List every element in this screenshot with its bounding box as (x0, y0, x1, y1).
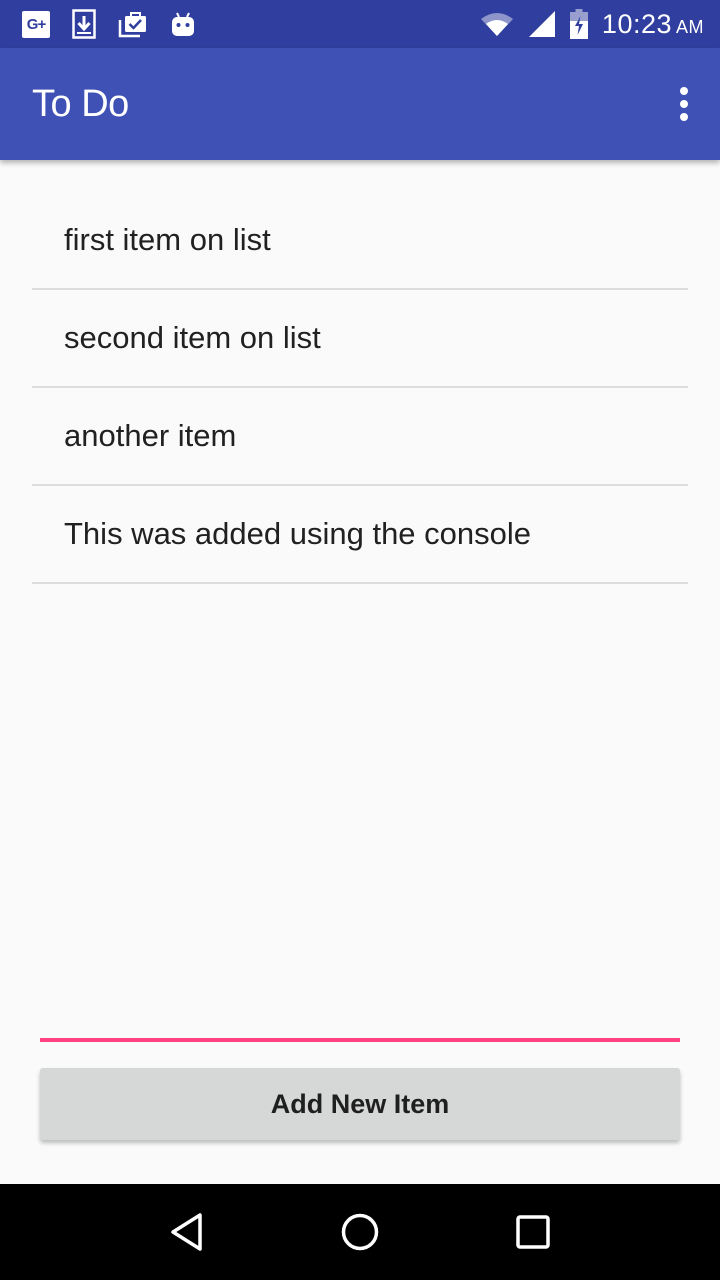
app-bar: To Do (0, 48, 720, 160)
back-icon (170, 1213, 202, 1251)
notification-icons: G+ (22, 9, 196, 39)
new-item-input[interactable] (40, 990, 680, 1042)
download-icon (72, 9, 96, 39)
clock-time: 10:23 (601, 8, 672, 39)
cellular-signal-icon (528, 10, 556, 38)
back-button[interactable] (151, 1196, 223, 1268)
todo-list: first item on list second item on list a… (32, 192, 688, 584)
status-bar: G+ 10:23 AM (0, 0, 720, 48)
task-check-icon (118, 10, 148, 38)
home-button[interactable] (324, 1196, 396, 1268)
navigation-bar (0, 1184, 720, 1280)
more-vert-icon[interactable] (672, 80, 696, 128)
home-icon (341, 1213, 379, 1251)
add-new-item-button[interactable]: Add New Item (40, 1068, 680, 1140)
status-clock: 10:23 AM (602, 9, 704, 40)
system-icons: 10:23 AM (480, 9, 704, 40)
wifi-icon (480, 11, 514, 37)
google-plus-icon: G+ (22, 10, 50, 38)
page-title: To Do (32, 82, 129, 125)
menu-dot (680, 113, 688, 121)
menu-dot (680, 100, 688, 108)
list-item[interactable]: another item (32, 388, 688, 486)
android-icon (170, 10, 196, 38)
list-item[interactable]: first item on list (32, 192, 688, 290)
battery-charging-icon (569, 9, 588, 39)
list-item[interactable]: second item on list (32, 290, 688, 388)
recents-icon (516, 1215, 551, 1249)
clock-ampm: AM (676, 16, 704, 37)
list-item[interactable]: This was added using the console (32, 486, 688, 584)
menu-dot (680, 87, 688, 95)
recents-button[interactable] (497, 1196, 569, 1268)
